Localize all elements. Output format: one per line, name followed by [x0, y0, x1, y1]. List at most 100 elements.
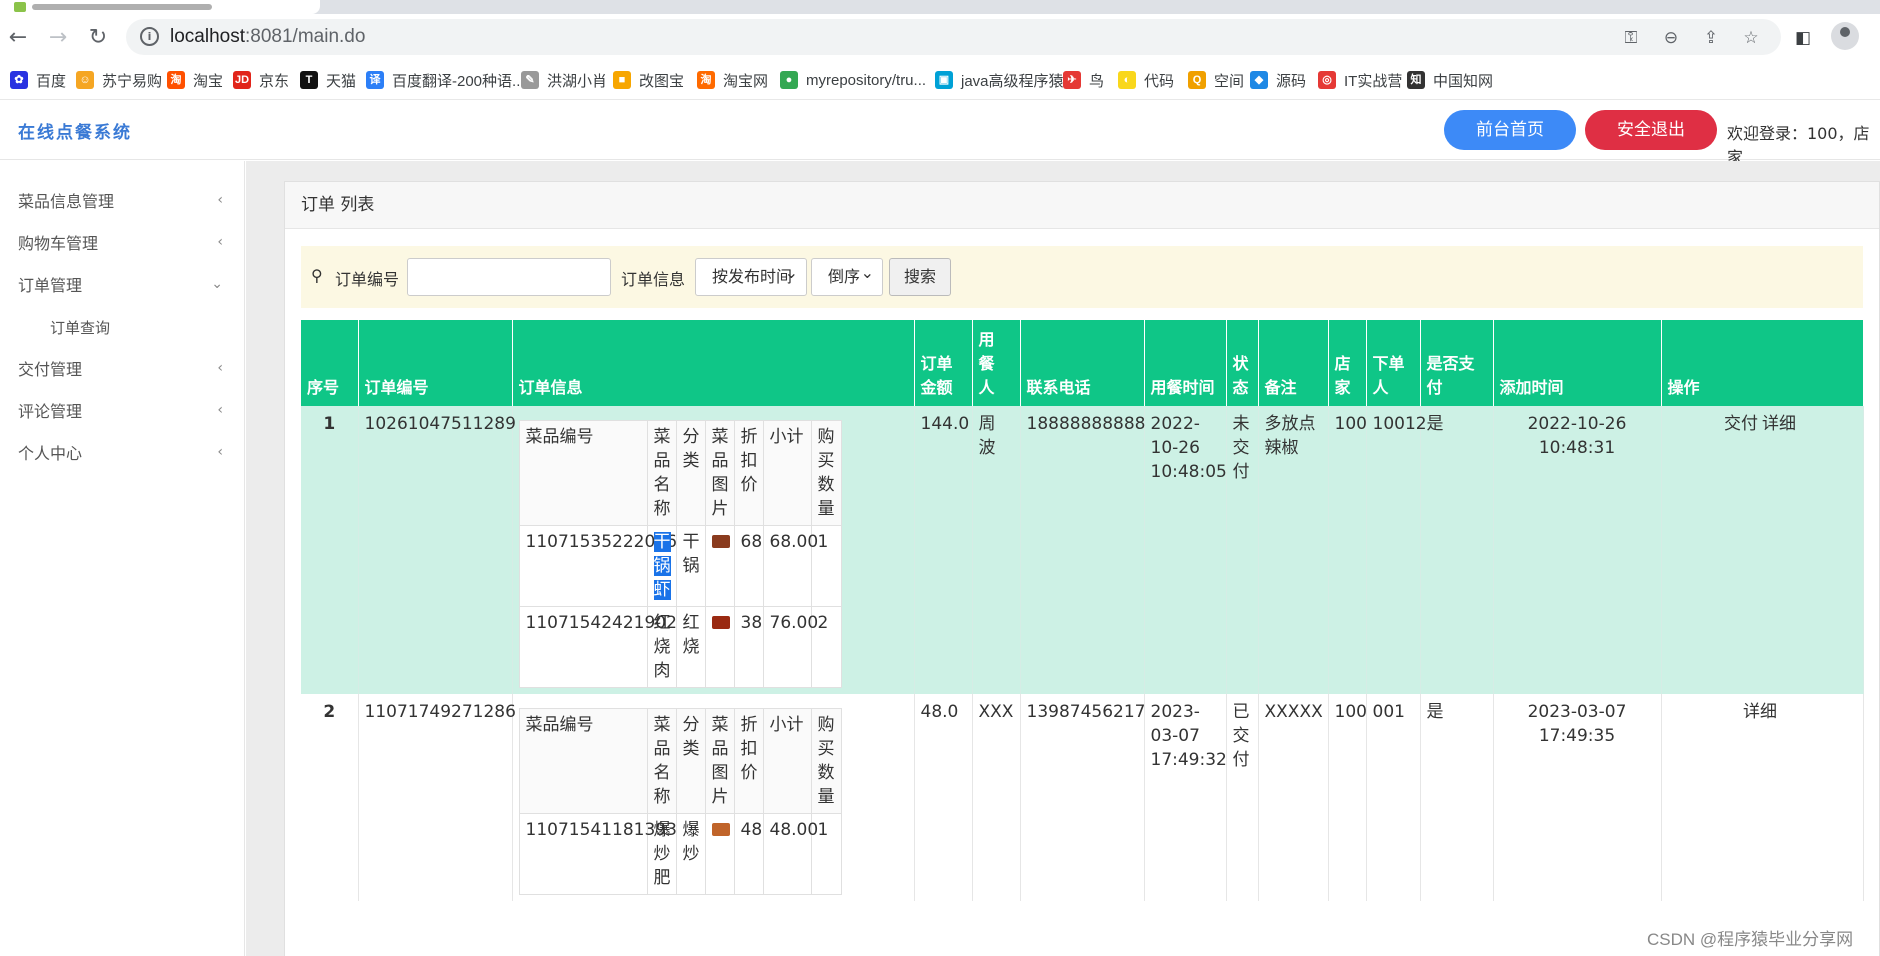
sidebar-item-cart-management[interactable]: 购物车管理 ‹ — [0, 221, 245, 263]
items-column-header: 折 扣 价 — [733, 420, 764, 526]
bookmark-label: 京东 — [259, 72, 290, 90]
dish-thumbnail-icon[interactable] — [711, 616, 730, 629]
bookmark-item[interactable]: 译百度翻译-200种语... — [366, 69, 525, 91]
orders-table: 序号 订单编号 订单信息 订单 金额用 餐 人联系电话 用餐时间状 态备注店 家下单 人… — [301, 320, 1864, 901]
sidebar-item-label: 个人中心 — [18, 444, 83, 463]
bookmark-item[interactable]: ■ 改图宝 — [613, 69, 684, 91]
sort-order-select[interactable]: 倒序 — [811, 255, 883, 296]
dish-category: 干 锅 — [675, 525, 706, 607]
bookmark-item[interactable]: ✿ 百度 — [10, 69, 66, 91]
sort-field-select[interactable]: 按发布时间 — [695, 255, 807, 296]
sidebar-item-personal-center[interactable]: 个人中心 ‹ — [0, 431, 245, 473]
bookmark-favicon-icon: 译 — [366, 71, 384, 89]
bookmark-item[interactable]: ✎ 洪湖小肖 — [521, 69, 607, 91]
dish-subtotal: 76.00 — [762, 606, 818, 688]
store-id: 100 — [1328, 406, 1367, 694]
reload-icon[interactable]: ↻ — [84, 23, 112, 51]
column-header: 是否支 付 — [1420, 320, 1494, 406]
forward-icon[interactable]: → — [44, 23, 72, 51]
sidebar-item-label: 评论管理 — [18, 402, 83, 421]
item-row: 11071542421902 红 烧 肉红 烧 38 76.00 2 — [518, 606, 842, 688]
bookmark-item[interactable]: ☺ 苏宁易购 — [76, 69, 162, 91]
bookmark-item[interactable]: ◆ 源码 — [1250, 69, 1306, 91]
paid-flag: 是 — [1420, 406, 1494, 694]
bookmark-item[interactable]: 淘淘宝网 — [697, 69, 768, 91]
items-column-header: 折 扣 价 — [733, 708, 764, 814]
bookmark-label: 中国知网 — [1433, 72, 1494, 90]
sidebar-subitem-order-query[interactable]: 订单查询 — [50, 317, 110, 338]
actions-cell: 详细 — [1661, 694, 1864, 901]
items-column-header: 菜品编号 — [518, 420, 648, 526]
bookmark-item[interactable]: JD 京东 — [233, 69, 289, 91]
order-number: 11071749271286 — [358, 694, 516, 901]
dish-subtotal: 48.00 — [762, 813, 818, 895]
key-icon[interactable]: ⚿ — [1620, 27, 1642, 49]
logout-button[interactable]: 安全退出 — [1585, 110, 1717, 150]
address-bar[interactable]: i localhost:8081/main.do ⚿ ⊖ ⇪ ☆ — [126, 19, 1781, 55]
column-header: 联系电话 — [1020, 320, 1145, 406]
star-icon[interactable]: ☆ — [1740, 27, 1762, 49]
sidebar-item-dish-management[interactable]: 菜品信息管理 ‹ — [0, 179, 245, 221]
bookmark-item[interactable]: 淘淘宝 — [167, 69, 223, 91]
share-icon[interactable]: ⇪ — [1700, 27, 1722, 49]
bookmark-favicon-icon: 淘 — [697, 71, 715, 89]
items-column-header: 菜 品 图 片 — [704, 420, 735, 526]
bookmark-favicon-icon: ● — [780, 71, 798, 89]
items-column-header: 小计 — [762, 420, 812, 526]
app-brand: 在线点餐系统 — [18, 123, 132, 143]
bookmark-favicon-icon: ☺ — [76, 71, 94, 89]
bookmark-favicon-icon: ◎ — [1318, 71, 1336, 89]
meal-time: 2022- 10-26 10:48:05 — [1144, 406, 1227, 694]
dish-thumbnail-icon[interactable] — [711, 823, 730, 836]
deliver-link[interactable]: 交付 — [1724, 414, 1758, 434]
added-time: 2023-03-07 17:49:35 — [1493, 694, 1662, 901]
chevron-down-icon: ⌄ — [211, 276, 223, 292]
bookmark-item[interactable]: 知中国知网 — [1407, 69, 1493, 91]
contact-phone: 18888888888 — [1020, 406, 1145, 694]
column-header: 下单 人 — [1366, 320, 1421, 406]
back-icon[interactable]: ← — [4, 23, 32, 51]
order-no-input[interactable] — [407, 258, 611, 296]
bookmark-favicon-icon: ✈ — [1063, 71, 1081, 89]
bookmark-item[interactable]: ✈ 鸟 — [1063, 69, 1104, 91]
detail-link[interactable]: 详细 — [1743, 702, 1777, 722]
paid-flag: 是 — [1420, 694, 1494, 901]
profile-avatar-icon[interactable] — [1831, 22, 1859, 50]
items-column-header: 购 买 数 量 — [810, 420, 842, 526]
row-index: 1 — [301, 406, 359, 694]
bookmark-item[interactable]: ◐ 代码 — [1118, 69, 1174, 91]
front-home-button[interactable]: 前台首页 — [1444, 110, 1576, 150]
bookmark-item[interactable]: ◎ IT实战营 — [1318, 69, 1402, 91]
bookmark-favicon-icon: ◆ — [1250, 71, 1268, 89]
bookmark-item[interactable]: ● myrepository/tru... — [780, 69, 926, 91]
app-header: 在线点餐系统 前台首页 安全退出 欢迎登录：100，店家 — [0, 100, 1880, 167]
sidebar-item-delivery-management[interactable]: 交付管理 ‹ — [0, 347, 245, 389]
dish-code: 11071535222066 — [518, 525, 677, 607]
order-remark: XXXXX — [1258, 694, 1329, 901]
bookmark-item[interactable]: ▣ java高级程序猿 — [935, 69, 1064, 91]
column-header: 添加时间 — [1493, 320, 1662, 406]
side-panel-icon[interactable]: ◧ — [1792, 27, 1814, 49]
dish-thumbnail-icon[interactable] — [711, 535, 730, 548]
sidebar-item-comment-management[interactable]: 评论管理 ‹ — [0, 389, 245, 431]
bookmarks-bar: ✿ 百度 ☺ 苏宁易购淘淘宝 JD 京东 T 天猫译百度翻译-200种语... ✎ 洪湖小肖 ■ 改图… — [0, 60, 1880, 100]
bookmark-favicon-icon: 知 — [1407, 71, 1425, 89]
table-row: 1 10261047511289 菜品编号菜 品 名 称分 类菜 品 图 片折 扣 … — [301, 406, 1864, 694]
bookmark-item[interactable]: T 天猫 — [300, 69, 356, 91]
detail-link[interactable]: 详细 — [1762, 414, 1796, 434]
items-column-header: 分 类 — [675, 708, 706, 814]
browser-tab[interactable] — [0, 0, 320, 14]
dish-category: 爆 炒 — [675, 813, 706, 895]
bookmark-item[interactable]: Q 空间 — [1188, 69, 1244, 91]
orderer-id: 001 — [1366, 694, 1421, 901]
dish-category: 红 烧 — [675, 606, 706, 688]
main-content: 订单 列表 ⚲ 订单编号 订单信息 按发布时间 倒序 搜索 序号订单编号订单信息… — [246, 161, 1880, 956]
sidebar-item-order-management[interactable]: 订单管理 ⌄ — [0, 263, 245, 305]
site-info-icon[interactable]: i — [140, 27, 159, 46]
bookmark-label: 代码 — [1144, 72, 1175, 90]
zoom-icon[interactable]: ⊖ — [1660, 27, 1682, 49]
dish-code: 11071542421902 — [518, 606, 677, 688]
bookmark-label: 淘宝 — [193, 72, 224, 90]
table-row: 2 11071749271286 菜品编号菜 品 名 称分 类菜 品 图 片折 扣 … — [301, 694, 1864, 901]
search-button[interactable]: 搜索 — [889, 258, 951, 296]
